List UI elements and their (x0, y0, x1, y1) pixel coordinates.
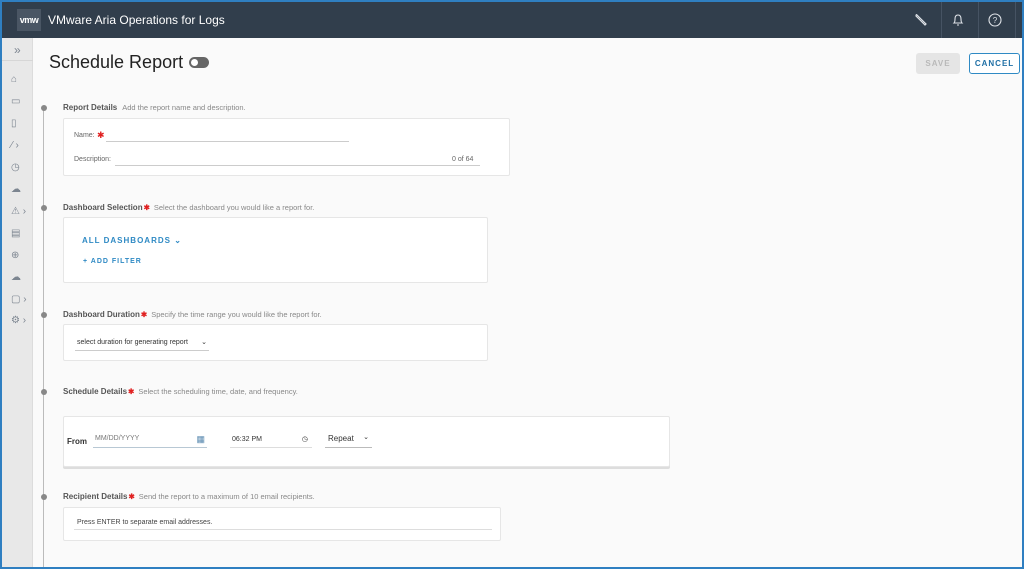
recipient-details-header: Recipient Details✱ Send the report to a m… (63, 492, 315, 501)
timeline-dot (41, 389, 47, 395)
svg-text:?: ? (993, 16, 998, 25)
cancel-button[interactable]: CANCEL (969, 53, 1020, 74)
name-input[interactable] (106, 141, 349, 142)
chevron-down-icon: ⌄ (363, 434, 369, 441)
schedule-details-header: Schedule Details✱ Select the scheduling t… (63, 387, 298, 396)
tools-icon[interactable]: ⁄ › (11, 139, 31, 153)
page-title: Schedule Report (49, 52, 184, 72)
clock-icon[interactable]: ◷ (302, 435, 308, 443)
cloud-sync-icon[interactable]: ☁ (11, 271, 31, 285)
integrations-icon[interactable]: ⊕ (11, 249, 31, 263)
cloud-icon[interactable]: ☁ (11, 183, 31, 197)
help-icon[interactable]: ? (985, 10, 1005, 30)
clipboard-icon[interactable]: ▤ (11, 227, 31, 241)
dashboards-icon[interactable]: ▭ (11, 95, 31, 109)
duration-select[interactable]: select duration for generating report ⌄ (75, 337, 209, 351)
dashboard-selection-card: ALL DASHBOARDS ⌄ + ADD FILTER (63, 217, 488, 283)
save-button[interactable]: SAVE (916, 53, 960, 74)
vmw-logo: vmw (17, 9, 41, 31)
date-input[interactable]: MM/DD/YYYY ▦ (93, 433, 207, 448)
report-details-header: Report Details Add the report name and de… (63, 103, 246, 112)
repeat-select[interactable]: Repeat ⌄ (325, 432, 372, 448)
char-counter: 0 of 64 (452, 156, 474, 163)
chevron-down-icon: ⌄ (201, 339, 207, 346)
app-window: vmw VMware Aria Operations for Logs ? » … (0, 0, 1024, 569)
sidebar: » ⌂ ▭ ▯ ⁄ › ◷ ☁ ⚠ › ▤ ⊕ ☁ ▢ › ⚙ › (2, 38, 33, 567)
home-icon[interactable]: ⌂ (11, 73, 31, 87)
bell-icon[interactable] (948, 10, 968, 30)
top-header: vmw VMware Aria Operations for Logs ? (2, 2, 1022, 38)
dashboard-selection-header: Dashboard Selection✱ Select the dashboard… (63, 203, 315, 212)
settings-icon[interactable]: ⚙ › (11, 314, 31, 328)
recipients-input[interactable]: Press ENTER to separate email addresses. (74, 516, 492, 530)
timeline-dot (41, 105, 47, 111)
dashboard-duration-header: Dashboard Duration✱ Specify the time rang… (63, 310, 322, 319)
description-input[interactable] (115, 165, 480, 166)
timeline-dot (41, 312, 47, 318)
schedule-details-card: From MM/DD/YYYY ▦ 06:32 PM ◷ Repeat ⌄ (63, 416, 670, 467)
explore-logs-icon[interactable]: ▯ (11, 117, 31, 131)
all-dashboards-dropdown[interactable]: ALL DASHBOARDS ⌄ (82, 236, 182, 245)
add-filter-button[interactable]: + ADD FILTER (83, 258, 142, 265)
time-input[interactable]: 06:32 PM ◷ (230, 433, 312, 448)
required-marker: ✱ (97, 130, 105, 140)
dashboard-duration-card: select duration for generating report ⌄ (63, 324, 488, 361)
schedule-toggle[interactable] (189, 57, 209, 68)
timeline-dot (41, 205, 47, 211)
gauge-icon[interactable]: ◷ (11, 161, 31, 175)
app-title: VMware Aria Operations for Logs (48, 13, 225, 27)
wrench-icon[interactable] (911, 10, 931, 30)
report-details-card: Name: ✱ Description: 0 of 64 (63, 118, 510, 176)
calendar-icon[interactable]: ▦ (196, 434, 205, 445)
timeline-line (43, 110, 44, 567)
reports-icon[interactable]: ▢ › (11, 293, 31, 307)
expand-sidebar-icon[interactable]: » (14, 43, 34, 57)
alerts-icon[interactable]: ⚠ › (11, 205, 31, 219)
timeline-dot (41, 494, 47, 500)
recipient-details-card: Press ENTER to separate email addresses. (63, 507, 501, 541)
